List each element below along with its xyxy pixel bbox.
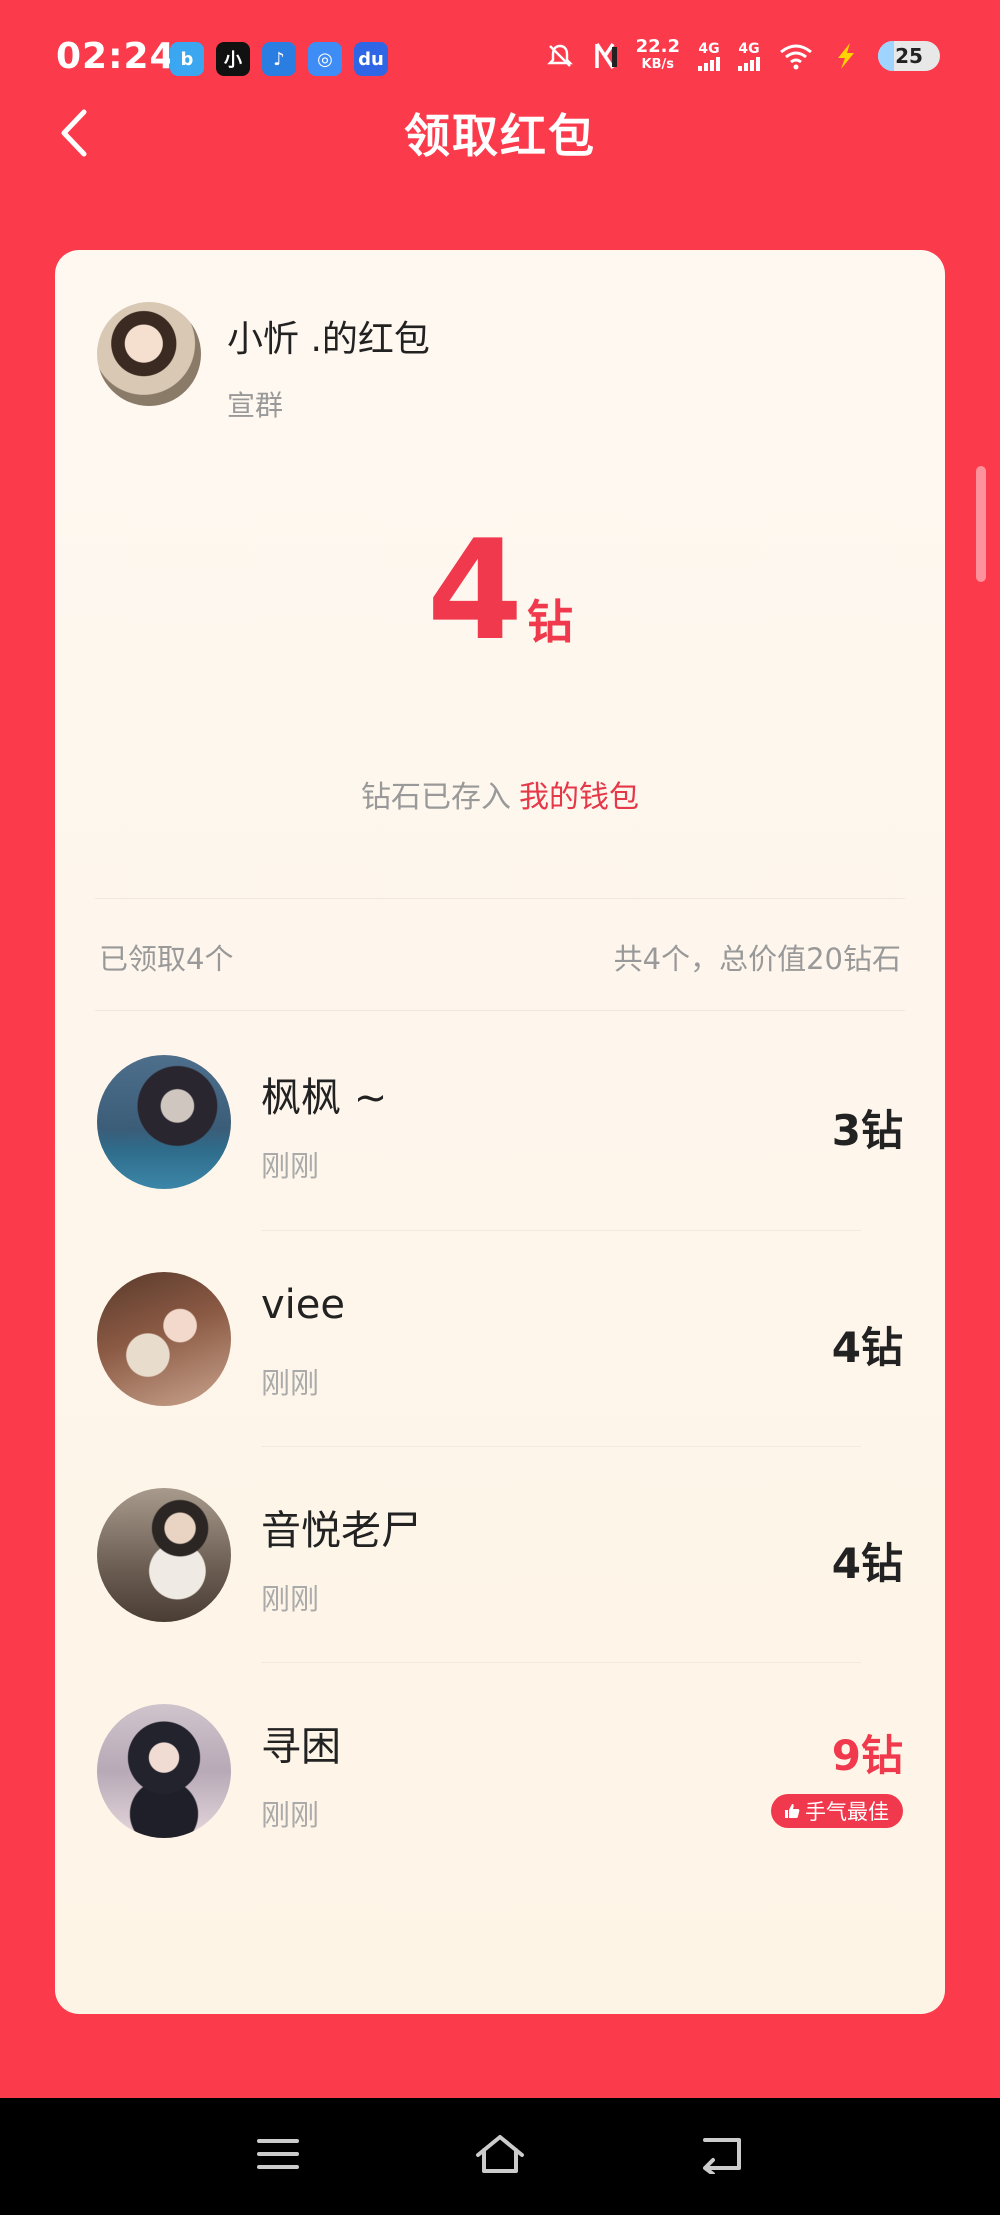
total-value: 共4个，总价值20钻石 xyxy=(613,942,901,976)
my-wallet-link[interactable]: 我的钱包 xyxy=(519,780,639,815)
receiver-name: 寻困 xyxy=(261,1724,341,1770)
thumbs-up-icon xyxy=(785,1804,800,1818)
wifi-icon xyxy=(780,44,812,70)
receiver-row[interactable]: viee 刚刚 4钻 xyxy=(97,1272,903,1452)
receiver-time: 刚刚 xyxy=(261,1149,320,1183)
mute-icon xyxy=(546,44,573,67)
received-amount: 4钻 xyxy=(55,510,945,671)
receiver-name: viee xyxy=(261,1282,346,1328)
baidu-icon: du xyxy=(354,42,388,76)
home-button[interactable] xyxy=(470,2124,530,2184)
claimed-count: 已领取4个 xyxy=(99,942,234,976)
status-time: 02:24 xyxy=(56,36,176,77)
home-icon xyxy=(476,2135,524,2173)
menu-button[interactable] xyxy=(248,2124,308,2184)
sender-name: 小忻 .的红包 xyxy=(227,319,430,360)
avatar[interactable] xyxy=(97,1272,231,1406)
page-title: 领取红包 xyxy=(404,109,596,163)
receiver-time: 刚刚 xyxy=(261,1798,320,1832)
avatar[interactable] xyxy=(97,1055,231,1189)
amount-value: 4 xyxy=(426,510,524,671)
app-notification-icon: 小 xyxy=(216,42,250,76)
wallet-note-text: 钻石已存入 xyxy=(361,780,511,815)
receiver-time: 刚刚 xyxy=(261,1366,320,1400)
divider xyxy=(95,1010,905,1011)
receiver-amount: 4钻 xyxy=(831,1539,903,1588)
receiver-name: 音悦老尸 xyxy=(261,1508,421,1554)
nfc-icon xyxy=(594,43,617,69)
divider xyxy=(95,898,905,899)
row-divider xyxy=(261,1230,861,1231)
best-luck-badge: 手气最佳 xyxy=(771,1794,903,1828)
avatar[interactable] xyxy=(97,1488,231,1622)
network-speed: 22.2 KB/s xyxy=(635,36,680,73)
sender-info: 小忻 .的红包 宣群 xyxy=(97,302,430,424)
receiver-row[interactable]: 枫枫 ~ 刚刚 3钻 xyxy=(97,1055,903,1235)
row-divider xyxy=(261,1446,861,1447)
receiver-row[interactable]: 音悦老尸 刚刚 4钻 xyxy=(97,1488,903,1668)
app-notification-icon: ◎ xyxy=(308,42,342,76)
menu-icon xyxy=(257,2139,299,2169)
notification-icons: b 小 ♪ ◎ du xyxy=(170,42,388,76)
battery-icon: 25 xyxy=(878,41,940,71)
claim-summary: 已领取4个 共4个，总价值20钻石 xyxy=(99,936,901,978)
receiver-amount: 4钻 xyxy=(831,1323,903,1372)
receiver-time: 刚刚 xyxy=(261,1582,320,1616)
status-indicators: 22.2 KB/s 4G 4G 25 xyxy=(546,38,940,74)
sender-avatar[interactable] xyxy=(97,302,201,406)
amount-unit: 钻 xyxy=(527,595,574,649)
sim1-signal-icon: 4G xyxy=(698,41,720,71)
app-notification-icon: ♪ xyxy=(262,42,296,76)
row-divider xyxy=(261,1662,861,1663)
wallet-note: 钻石已存入 我的钱包 xyxy=(55,772,945,816)
group-name: 宣群 xyxy=(227,389,284,422)
receiver-amount: 9钻 xyxy=(831,1731,903,1780)
charging-icon xyxy=(838,43,854,69)
receiver-row[interactable]: 寻困 刚刚 9钻 手气最佳 xyxy=(97,1704,903,1884)
receiver-name: 枫枫 ~ xyxy=(261,1075,388,1121)
avatar[interactable] xyxy=(97,1704,231,1838)
back-icon xyxy=(703,2138,741,2174)
red-packet-card: 小忻 .的红包 宣群 4钻 钻石已存入 我的钱包 已领取4个 共4个，总价值20钻… xyxy=(55,250,945,2014)
scrollbar[interactable] xyxy=(976,466,986,582)
sim2-signal-icon: 4G xyxy=(738,41,760,71)
receiver-amount: 3钻 xyxy=(831,1106,903,1155)
best-luck-label: 手气最佳 xyxy=(805,1800,889,1824)
back-nav-button[interactable] xyxy=(692,2124,752,2184)
app-notification-icon: b xyxy=(170,42,204,76)
system-nav-bar xyxy=(0,2098,1000,2215)
